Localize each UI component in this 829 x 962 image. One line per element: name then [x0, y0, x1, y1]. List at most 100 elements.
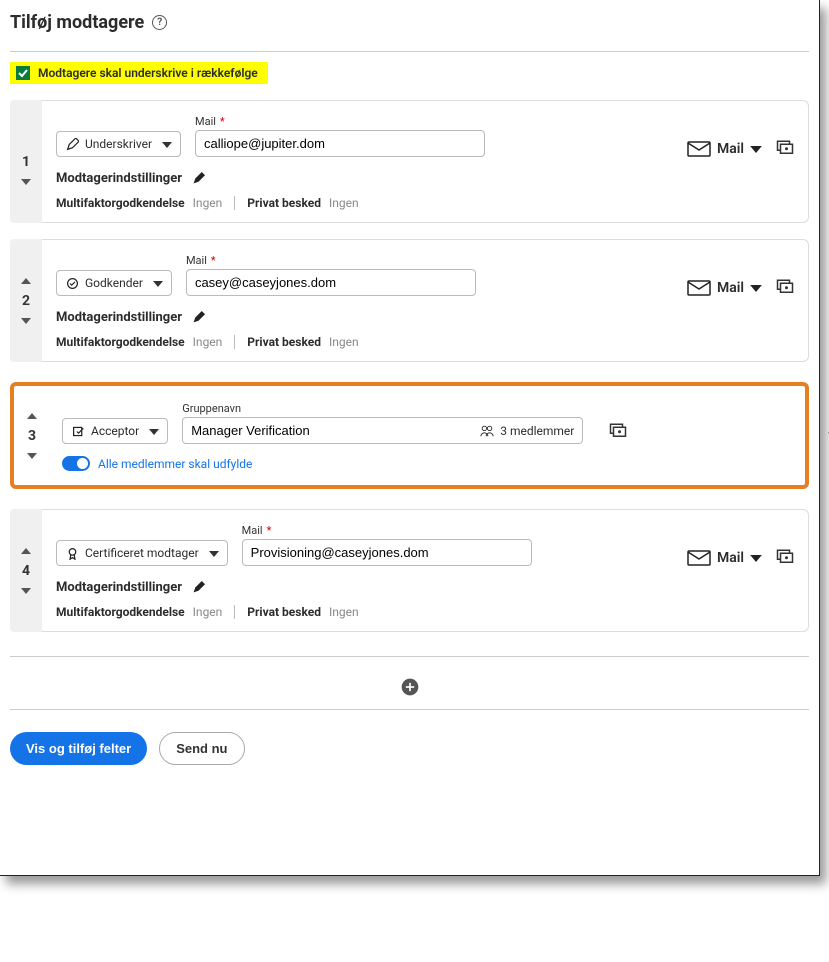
- role-label: Certificeret modtager: [85, 546, 199, 560]
- chevron-down-icon: [162, 137, 172, 151]
- divider: [10, 709, 809, 710]
- recipient-settings-heading: Modtagerindstillinger: [56, 171, 794, 186]
- recipient-settings-heading: Modtagerindstillinger: [56, 580, 794, 595]
- show-add-fields-button[interactable]: Vis og tilføj felter: [10, 732, 147, 765]
- recipient-row-highlighted: 3 Acceptor Gruppenavn 3 medlemmer: [10, 382, 809, 489]
- mfa-value: Ingen: [193, 196, 223, 210]
- chevron-up-icon[interactable]: [20, 136, 32, 148]
- email-field: Mail *: [242, 524, 532, 566]
- groupname-input[interactable]: [182, 417, 472, 444]
- title-text: Tilføj modtagere: [10, 12, 144, 33]
- checkbox-checked-icon: [16, 66, 30, 80]
- edit-icon[interactable]: [192, 172, 205, 185]
- role-label: Underskriver: [85, 137, 152, 151]
- mail-icon: [687, 141, 711, 157]
- send-now-button[interactable]: Send nu: [159, 732, 244, 765]
- private-value: Ingen: [329, 605, 359, 619]
- settings-label: Modtagerindstillinger: [56, 580, 182, 595]
- help-icon[interactable]: ?: [152, 15, 167, 30]
- recipient-settings-heading: Modtagerindstillinger: [56, 310, 794, 325]
- settings-stack-icon[interactable]: [776, 548, 794, 566]
- mfa-label: Multifaktorgodkendelse: [56, 605, 185, 619]
- approver-icon: [65, 276, 79, 290]
- sign-order-checkbox-row[interactable]: Modtagere skal underskrive i rækkefølge: [10, 62, 268, 84]
- trash-icon[interactable]: [825, 428, 829, 446]
- index-column: 4: [10, 509, 42, 632]
- edit-icon[interactable]: [192, 581, 205, 594]
- deliver-label: Mail: [717, 141, 744, 157]
- recipient-card: Acceptor Gruppenavn 3 medlemmer: [48, 388, 803, 483]
- email-input[interactable]: [242, 539, 532, 566]
- settings-stack-icon[interactable]: [776, 139, 794, 157]
- certified-icon: [65, 546, 79, 560]
- private-value: Ingen: [329, 196, 359, 210]
- edit-icon[interactable]: [192, 311, 205, 324]
- field-label-text: Gruppenavn: [182, 402, 241, 415]
- deliver-method-dropdown[interactable]: Mail: [687, 280, 762, 296]
- recipient-card: Godkender Mail* Mail Modtagerindstilling…: [42, 239, 809, 362]
- chevron-down-icon[interactable]: [26, 450, 38, 462]
- field-label-text: Mail: [242, 524, 263, 537]
- signer-icon: [65, 137, 79, 151]
- role-dropdown[interactable]: Acceptor: [62, 418, 168, 444]
- chevron-down-icon: [153, 276, 163, 290]
- toggle-switch[interactable]: [62, 456, 90, 471]
- role-dropdown[interactable]: Certificeret modtager: [56, 540, 228, 566]
- settings-label: Modtagerindstillinger: [56, 171, 182, 186]
- recipient-card: Underskriver Mail* Mail Modtagerindstill…: [42, 100, 809, 223]
- divider: [10, 656, 809, 657]
- index-column: 1: [10, 100, 42, 223]
- role-label: Godkender: [85, 276, 143, 290]
- private-label: Privat besked: [247, 605, 321, 619]
- required-asterisk: *: [267, 524, 272, 537]
- recipient-index: 1: [22, 154, 30, 170]
- deliver-label: Mail: [717, 280, 744, 296]
- recipient-index: 2: [22, 293, 30, 309]
- chevron-up-icon[interactable]: [20, 545, 32, 557]
- required-asterisk: *: [220, 115, 225, 128]
- members-button[interactable]: 3 medlemmer: [472, 417, 583, 444]
- settings-stack-icon[interactable]: [609, 422, 627, 440]
- mail-icon: [687, 280, 711, 296]
- email-input[interactable]: [186, 269, 476, 296]
- toggle-label: Alle medlemmer skal udfylde: [98, 457, 252, 471]
- email-input[interactable]: [195, 130, 485, 157]
- index-column: 3: [16, 388, 48, 483]
- chevron-down-icon: [209, 546, 219, 560]
- chevron-down-icon: [149, 424, 159, 438]
- mfa-label: Multifaktorgodkendelse: [56, 196, 185, 210]
- people-icon: [480, 424, 494, 438]
- deliver-method-dropdown[interactable]: Mail: [687, 141, 762, 157]
- email-field: Mail*: [186, 254, 476, 296]
- deliver-method-dropdown[interactable]: Mail: [687, 550, 762, 566]
- required-asterisk: *: [211, 254, 216, 267]
- private-value: Ingen: [329, 335, 359, 349]
- email-field: Mail*: [195, 115, 485, 157]
- sign-order-label: Modtagere skal underskrive i rækkefølge: [38, 66, 258, 80]
- page-title: Tilføj modtagere ?: [10, 12, 809, 33]
- settings-stack-icon[interactable]: [776, 278, 794, 296]
- recipient-meta: Multifaktorgodkendelse Ingen Privat besk…: [56, 196, 794, 210]
- recipient-index: 3: [28, 428, 36, 444]
- all-members-toggle-row: Alle medlemmer skal udfylde: [62, 456, 789, 471]
- mfa-value: Ingen: [193, 335, 223, 349]
- acceptor-icon: [71, 424, 85, 438]
- chevron-up-icon[interactable]: [20, 275, 32, 287]
- role-label: Acceptor: [91, 424, 139, 438]
- recipient-card: Certificeret modtager Mail * Mail Modtage…: [42, 509, 809, 632]
- footer-buttons: Vis og tilføj felter Send nu: [10, 732, 809, 765]
- recipient-meta: Multifaktorgodkendelse Ingen Privat besk…: [56, 605, 794, 619]
- add-recipient-row: [10, 677, 809, 697]
- chevron-down-icon[interactable]: [20, 585, 32, 597]
- deliver-label: Mail: [717, 550, 744, 566]
- index-column: 2: [10, 239, 42, 362]
- recipient-row: 4 Certificeret modtager Mail * Mail: [10, 509, 809, 632]
- groupname-field: Gruppenavn 3 medlemmer: [182, 402, 583, 444]
- settings-label: Modtagerindstillinger: [56, 310, 182, 325]
- role-dropdown[interactable]: Underskriver: [56, 131, 181, 157]
- chevron-up-icon[interactable]: [26, 410, 38, 422]
- chevron-down-icon[interactable]: [20, 315, 32, 327]
- chevron-down-icon[interactable]: [20, 176, 32, 188]
- role-dropdown[interactable]: Godkender: [56, 270, 172, 296]
- add-recipient-icon[interactable]: [400, 677, 420, 697]
